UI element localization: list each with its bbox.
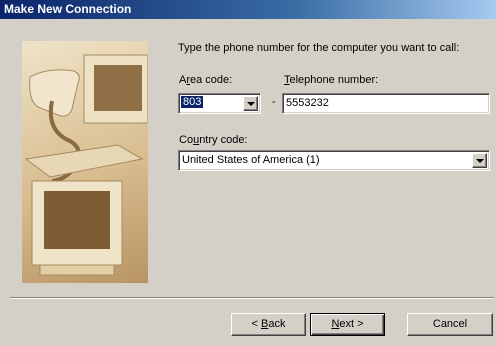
window-title: Make New Connection [4,2,132,16]
next-label-rest: ext > [339,318,364,330]
telephone-number-value: 5553232 [286,97,329,109]
area-code-value: 803 [181,96,204,108]
next-button[interactable]: Next > [310,313,385,336]
country-code-label: Country code: [179,134,248,146]
country-label-rest: ntry code: [199,134,248,146]
chevron-down-icon [247,102,255,106]
area-code-dropdown-button[interactable] [243,96,258,111]
title-bar[interactable]: Make New Connection [0,0,496,19]
instructions-text: Type the phone number for the computer y… [178,42,460,54]
computers-illustration [22,41,148,283]
country-code-dropdown-button[interactable] [472,153,487,168]
telephone-number-label: Telephone number: [284,74,378,86]
country-code-combobox[interactable]: United States of America (1) [178,150,490,171]
button-separator [10,297,494,299]
area-code-combobox[interactable]: 803 [178,93,261,114]
back-arrow: < [251,318,261,330]
dash-separator: - [272,96,276,108]
back-label-rest: ack [268,318,286,330]
area-code-label-rest: ea code: [190,74,233,86]
back-button[interactable]: < Back [231,313,306,336]
area-code-label: Area code: [179,74,232,86]
make-new-connection-window: Make New Connection Type the phone numbe… [0,0,496,346]
chevron-down-icon [476,159,484,163]
telephone-label-rest: elephone number: [289,74,379,86]
telephone-number-input[interactable]: 5553232 [282,93,490,114]
cancel-button[interactable]: Cancel [407,313,493,336]
country-label-prefix: Co [179,134,194,146]
country-code-value: United States of America (1) [182,154,320,166]
